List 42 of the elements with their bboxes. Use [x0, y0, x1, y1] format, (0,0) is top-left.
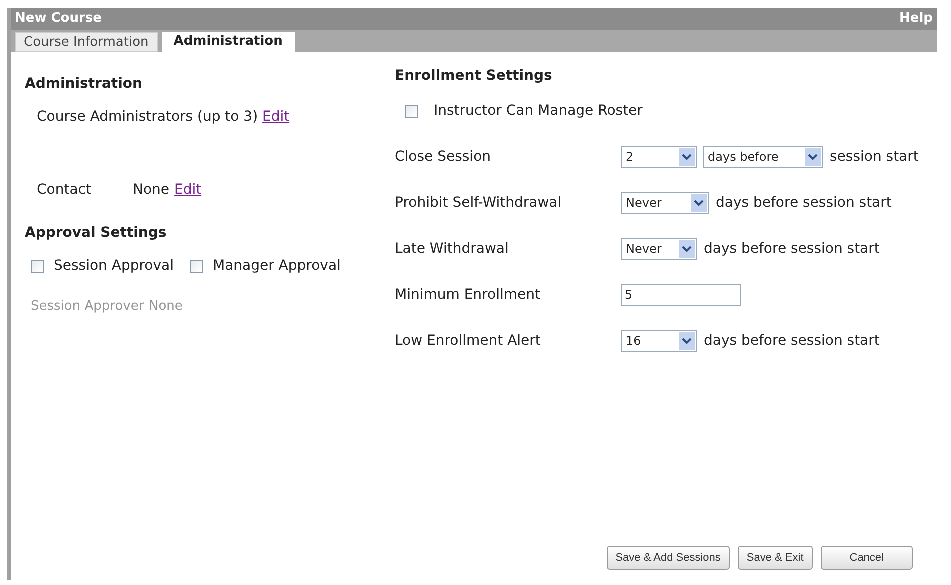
chevron-down-icon: [691, 194, 707, 212]
field-label: Course Administrators (up to 3): [37, 109, 258, 125]
field-value: None: [133, 181, 170, 200]
checkbox-label: Manager Approval: [212, 257, 341, 276]
dropdown[interactable]: 2: [621, 146, 697, 168]
chevron-down-icon: [679, 148, 695, 166]
chevron-down-icon: [805, 148, 821, 166]
section-heading: Administration: [25, 75, 144, 94]
checkbox[interactable]: [31, 260, 44, 273]
field-label: Minimum Enrollment: [395, 286, 542, 304]
field-label: Contact: [37, 181, 92, 200]
checkbox-label: Session Approval: [54, 257, 174, 276]
tab[interactable]: Administration: [162, 32, 295, 52]
dropdown[interactable]: 16: [621, 330, 697, 352]
button[interactable]: Save & Add Sessions: [606, 546, 730, 570]
field-label: Close Session: [395, 148, 492, 166]
edit-link[interactable]: Edit: [174, 180, 202, 201]
field-label: Late Withdrawal: [395, 240, 510, 258]
section-heading: Enrollment Settings: [395, 67, 554, 86]
edit-link[interactable]: Edit: [262, 109, 290, 125]
window-title: New Course: [15, 10, 102, 28]
checkbox[interactable]: [190, 260, 203, 273]
checkbox[interactable]: [405, 105, 418, 118]
tab[interactable]: Course Information: [15, 32, 158, 52]
button[interactable]: Cancel: [820, 546, 913, 570]
button[interactable]: Save & Exit: [738, 546, 813, 570]
dropdown[interactable]: Never: [621, 192, 709, 214]
field-value: None: [149, 298, 183, 316]
chevron-down-icon: [679, 240, 695, 258]
field-suffix: days before session start: [716, 194, 892, 212]
chevron-down-icon: [679, 332, 695, 350]
checkbox-label: Instructor Can Manage Roster: [434, 102, 643, 121]
field-label: Prohibit Self-Withdrawal: [395, 194, 563, 212]
field-suffix: days before session start: [704, 240, 880, 258]
dropdown[interactable]: days before: [703, 146, 823, 168]
field-label: Session Approver: [31, 298, 146, 316]
input-field[interactable]: 5: [621, 284, 741, 306]
field-suffix: days before session start: [704, 332, 880, 350]
field-label: Low Enrollment Alert: [395, 332, 542, 350]
dropdown[interactable]: Never: [621, 238, 697, 260]
section-heading: Approval Settings: [25, 224, 168, 243]
field-suffix: session start: [830, 148, 919, 166]
